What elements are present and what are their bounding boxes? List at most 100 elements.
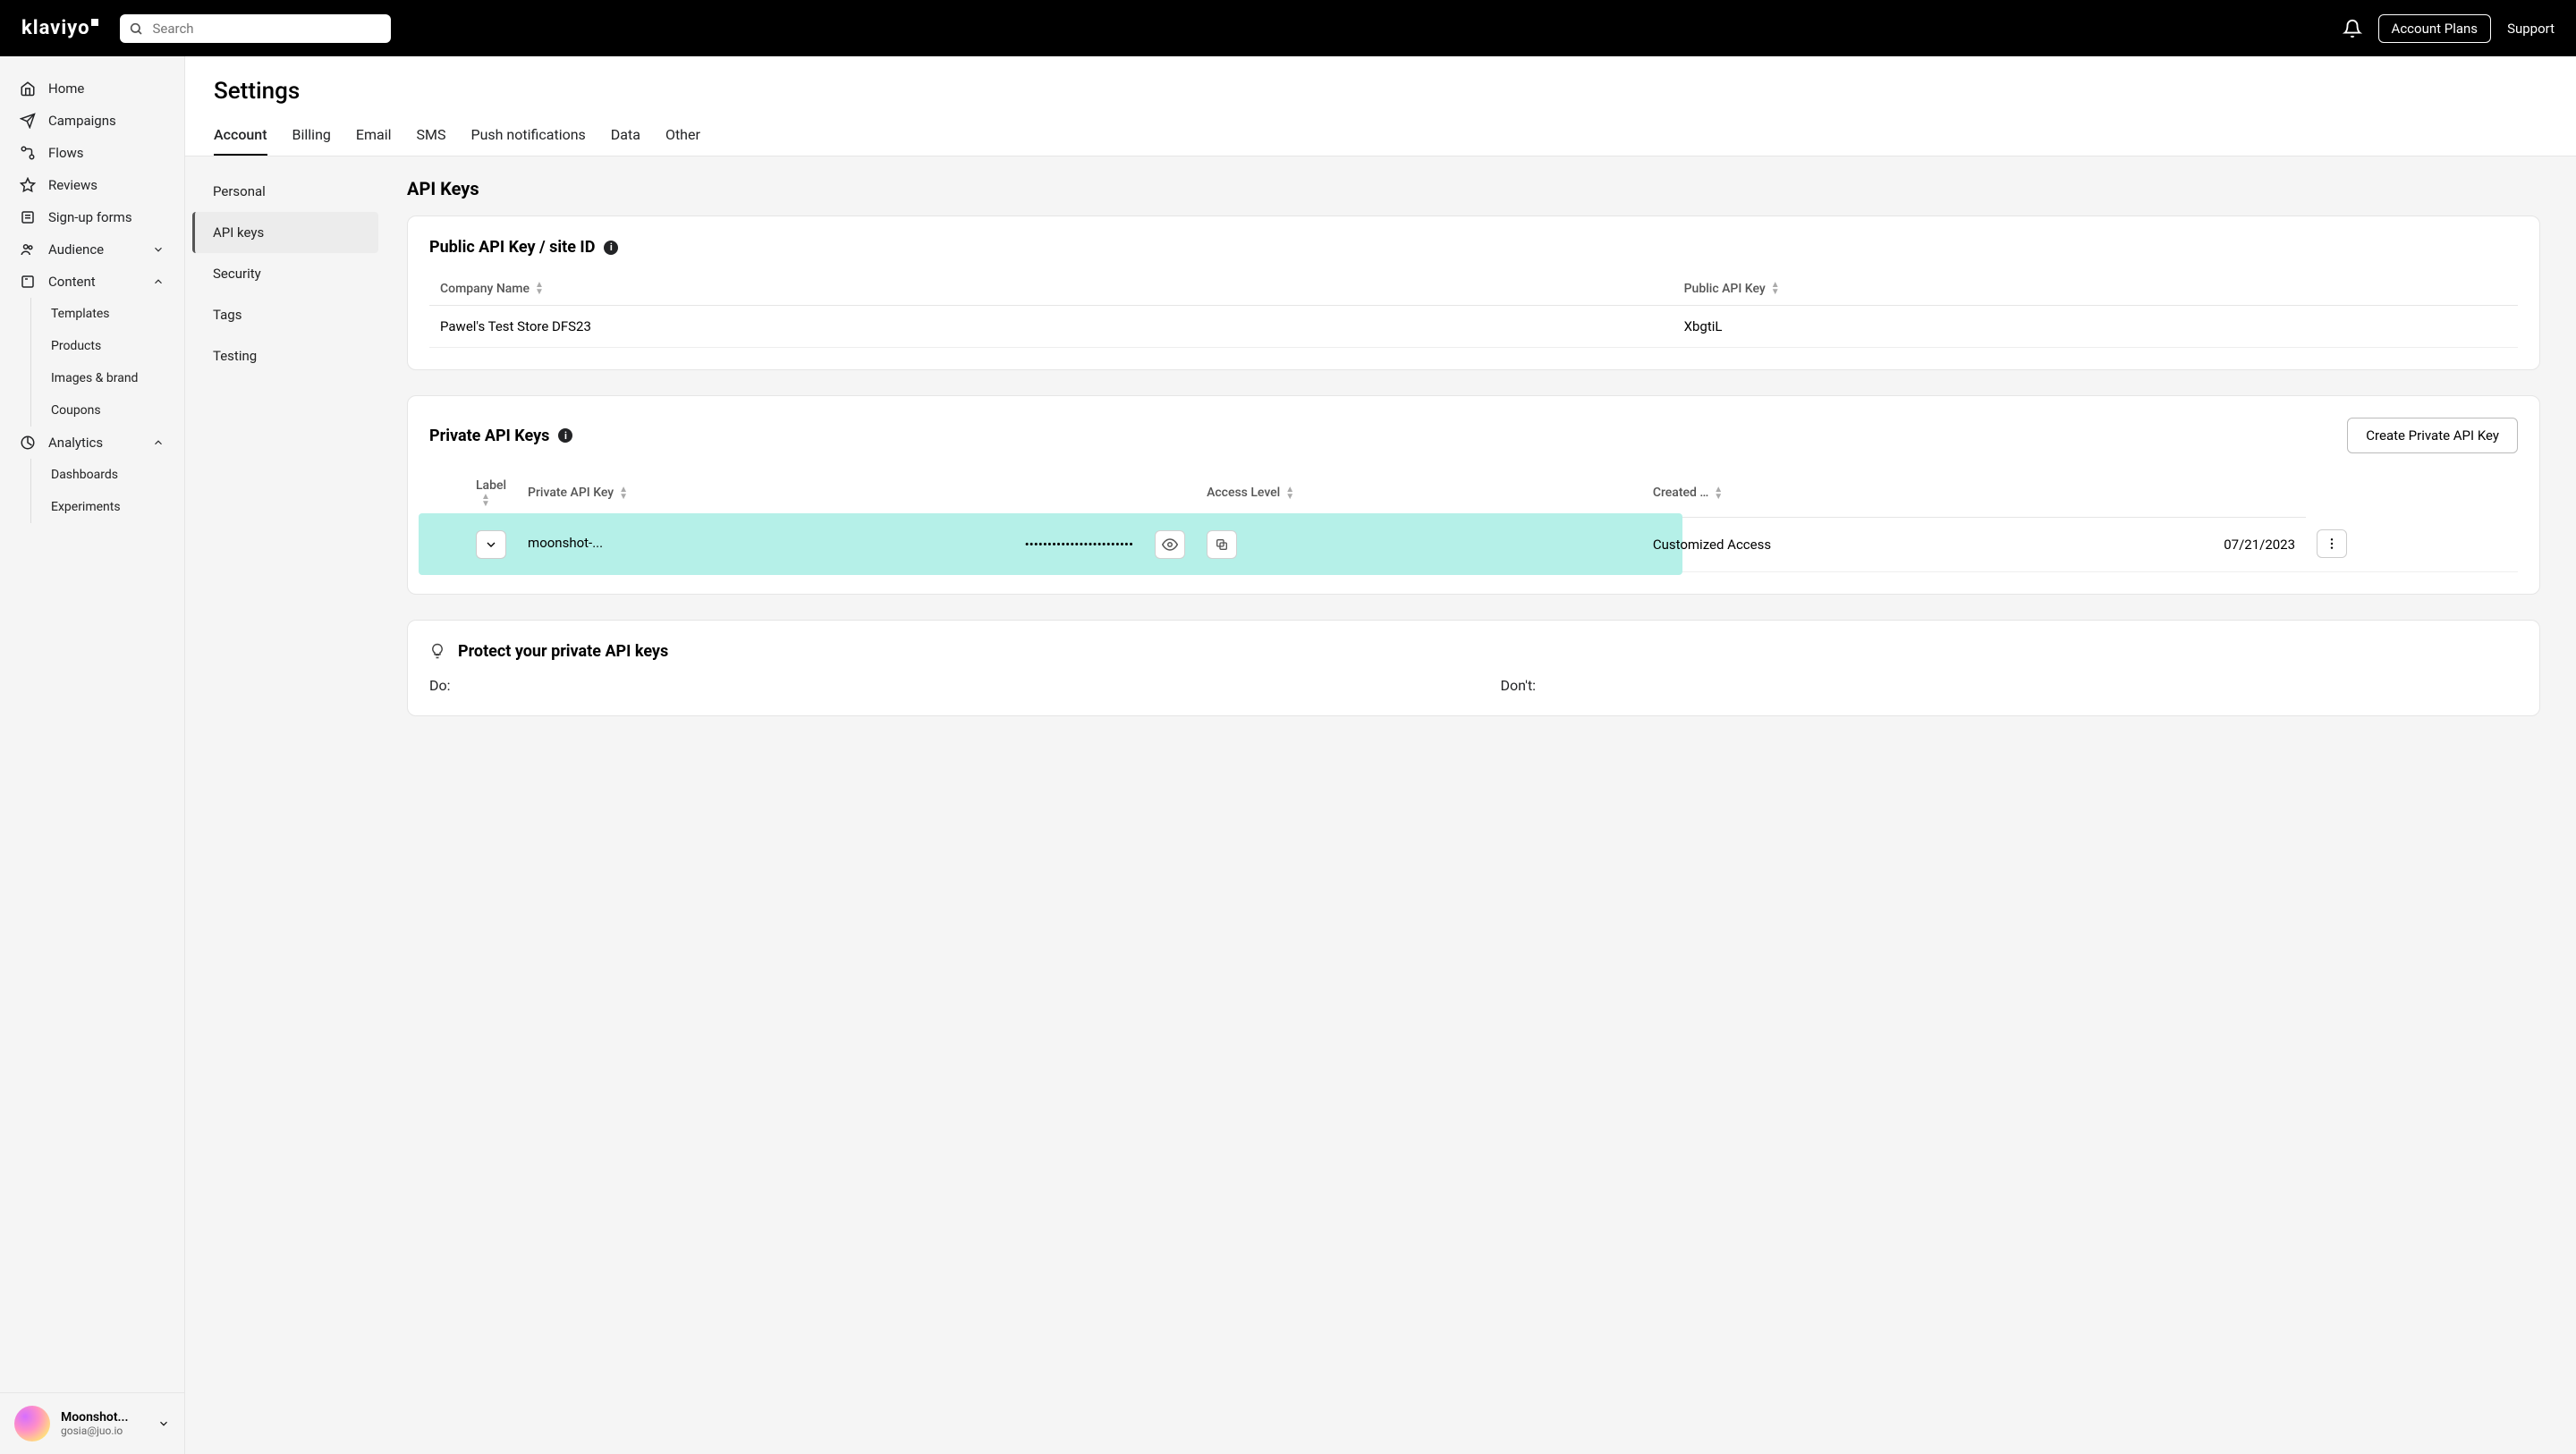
page-title: Settings [185,56,2576,115]
sidebar-sub-experiments[interactable]: Experiments [31,491,184,523]
chevron-up-icon [152,275,165,288]
topbar: klaviyo Account Plans Support [0,0,2576,56]
subnav-security[interactable]: Security [192,253,378,294]
chart-icon [20,435,36,451]
inner-layout: Personal API keys Security Tags Testing … [185,156,2576,1454]
reveal-key-button[interactable] [1155,530,1185,559]
account-plans-button[interactable]: Account Plans [2378,14,2492,43]
form-icon [20,209,36,225]
table-row: moonshot-... •••••••••••••••••••••••• [429,517,2518,571]
subnav-api-keys[interactable]: API keys [192,212,378,253]
col-label: Public API Key [1684,282,1766,296]
create-private-key-button[interactable]: Create Private API Key [2347,418,2518,453]
send-icon [20,113,36,129]
col-created[interactable]: Created … ▲▼ [1642,469,2213,517]
dont-col: Don't: [1501,677,2519,694]
sidebar-item-label: Home [48,80,84,97]
sidebar-item-signup-forms[interactable]: Sign-up forms [0,201,184,233]
sidebar-sub-coupons[interactable]: Coupons [31,394,184,427]
subnav-testing[interactable]: Testing [192,335,378,376]
col-public-key[interactable]: Public API Key▲▼ [1674,273,2518,306]
col-label: Company Name [440,282,530,296]
tab-sms[interactable]: SMS [417,115,446,156]
public-api-card: Public API Key / site ID i Company Name ▲… [407,216,2540,370]
tab-email[interactable]: Email [356,115,392,156]
sidebar-sub-templates[interactable]: Templates [31,298,184,330]
sidebar-item-content[interactable]: Content [0,266,184,298]
sidebar-footer[interactable]: Moonshot... gosia@juo.io [0,1392,184,1454]
card-head: Private API Keys i Create Private API Ke… [429,418,2518,453]
table-row: Pawel's Test Store DFS23 XbgtiL [429,306,2518,348]
protect-head: Protect your private API keys [429,642,2518,661]
subnav: Personal API keys Security Tags Testing [185,156,386,1454]
user-info: Moonshot... gosia@juo.io [61,1410,129,1437]
col-company[interactable]: Company Name ▲▼ [429,273,1674,306]
row-menu-button[interactable] [2317,529,2347,558]
avatar [14,1406,50,1441]
people-icon [20,241,36,258]
col-private-key[interactable]: Private API Key ▲▼ [517,469,1014,517]
chevron-down-icon [484,537,498,552]
col-access[interactable]: Access Level▲▼ [1196,469,1642,517]
sort-icon: ▲▼ [535,282,544,296]
sidebar-sub-products[interactable]: Products [31,330,184,362]
col-label-text: Created … [1653,486,1708,500]
col-expand [429,469,465,517]
sort-icon: ▲▼ [1714,486,1723,501]
tab-push[interactable]: Push notifications [470,115,585,156]
expand-row-button[interactable] [476,530,506,559]
tab-data[interactable]: Data [611,115,640,156]
sidebar-sub-analytics: Dashboards Experiments [30,459,184,523]
sidebar-item-analytics[interactable]: Analytics [0,427,184,459]
cell-public-key: XbgtiL [1674,306,2518,348]
sidebar-item-campaigns[interactable]: Campaigns [0,105,184,137]
private-card-title: Private API Keys [429,427,549,445]
support-link[interactable]: Support [2507,21,2555,37]
sidebar-item-audience[interactable]: Audience [0,233,184,266]
sidebar-sub-content: Templates Products Images & brand Coupon… [30,298,184,427]
card-head: Public API Key / site ID i [429,238,2518,257]
do-dont-row: Do: Don't: [429,677,2518,694]
tab-other[interactable]: Other [665,115,700,156]
sidebar-sub-images-brand[interactable]: Images & brand [31,362,184,394]
sidebar-sub-dashboards[interactable]: Dashboards [31,459,184,491]
sidebar: Home Campaigns Flows Reviews Sign-up for… [0,56,185,1454]
logo: klaviyo [21,17,98,39]
private-key-table: Label▲▼ Private API Key▲▼ Access Level▲▼… [429,469,2518,571]
col-label-text: Private API Key [528,486,614,500]
col-label[interactable]: Label▲▼ [465,469,517,517]
do-col: Do: [429,677,1447,694]
eye-icon [1162,537,1178,553]
content: Settings Account Billing Email SMS Push … [185,56,2576,1454]
search-input[interactable] [120,14,391,43]
sidebar-item-label: Reviews [48,177,97,193]
sidebar-item-flows[interactable]: Flows [0,137,184,169]
cell-label: moonshot-... [528,535,603,551]
chevron-down-icon [152,243,165,256]
search-icon [129,21,143,36]
col-menu [2213,469,2306,517]
sidebar-item-label: Flows [48,145,84,161]
lightbulb-icon [429,643,445,659]
sort-icon: ▲▼ [619,486,628,501]
col-label-text: Access Level [1207,486,1280,500]
notifications-icon[interactable] [2343,19,2362,38]
subnav-tags[interactable]: Tags [192,294,378,335]
user-email: gosia@juo.io [61,1424,129,1437]
sidebar-item-home[interactable]: Home [0,72,184,105]
sidebar-item-reviews[interactable]: Reviews [0,169,184,201]
sidebar-scroll: Home Campaigns Flows Reviews Sign-up for… [0,56,184,1392]
protect-card: Protect your private API keys Do: Don't: [407,620,2540,716]
info-icon[interactable]: i [604,241,618,255]
home-icon [20,80,36,97]
cell-access: Customized Access [1642,517,2213,571]
sidebar-item-label: Audience [48,241,104,258]
info-icon[interactable]: i [558,428,572,443]
public-card-title: Public API Key / site ID [429,238,595,257]
search-wrap [120,14,391,43]
tab-billing[interactable]: Billing [292,115,331,156]
subnav-personal[interactable]: Personal [192,171,378,212]
user-name: Moonshot... [61,1410,129,1424]
tab-account[interactable]: Account [214,115,267,156]
copy-key-button[interactable] [1207,530,1237,559]
